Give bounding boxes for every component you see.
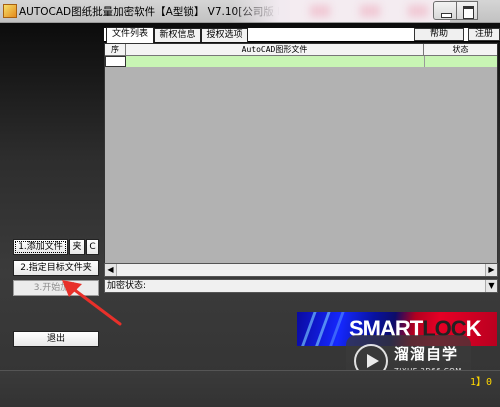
scroll-left-icon[interactable]: ◀: [105, 264, 117, 276]
title-redaction: [290, 0, 450, 22]
bottom-bar: [0, 370, 500, 407]
column-header-status[interactable]: 状态: [424, 44, 497, 56]
app-icon: [3, 4, 17, 18]
table-row[interactable]: [105, 56, 497, 67]
bottom-status-text: 1】0: [470, 377, 493, 388]
column-header-file[interactable]: AutoCAD图形文件: [126, 44, 424, 56]
set-target-folder-button[interactable]: 2.指定目标文件夹: [13, 260, 99, 276]
scroll-right-icon[interactable]: ▶: [485, 264, 497, 276]
watermark-name: 溜溜自学: [394, 345, 459, 363]
play-icon: [367, 354, 379, 368]
encrypt-status-field[interactable]: 加密状态: ▼: [104, 279, 498, 293]
annotation-arrow-icon: [62, 280, 122, 326]
clear-button[interactable]: C: [86, 239, 99, 255]
file-list-table[interactable]: 序 AutoCAD图形文件 状态: [104, 43, 498, 277]
minimize-button[interactable]: [433, 1, 457, 20]
bottom-status: 1】0: [470, 376, 492, 390]
register-button[interactable]: 注册: [468, 28, 500, 41]
column-header-index[interactable]: 序: [105, 44, 126, 56]
tab-license-info[interactable]: 新权信息: [154, 28, 201, 42]
dropdown-arrow-icon[interactable]: ▼: [485, 280, 497, 292]
add-files-button[interactable]: 1.添加文件: [13, 239, 68, 255]
tab-auth-options[interactable]: 授权选项: [201, 28, 248, 42]
exit-button[interactable]: 退出: [13, 331, 99, 347]
title-bar[interactable]: AUTOCAD图纸批量加密软件【A型锁】 V7.10[公司版 ID:: [0, 0, 500, 23]
add-folder-button[interactable]: 夹: [69, 239, 85, 255]
row-index-cell: [105, 56, 126, 67]
help-button[interactable]: 帮助: [414, 28, 464, 41]
table-header: 序 AutoCAD图形文件 状态: [105, 44, 497, 56]
tab-file-list[interactable]: 文件列表: [106, 27, 154, 43]
horizontal-scrollbar[interactable]: ◀ ▶: [104, 263, 498, 277]
maximize-button[interactable]: [456, 1, 478, 20]
